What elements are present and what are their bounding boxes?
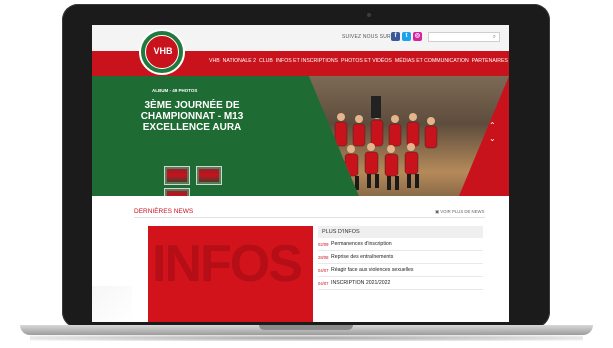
- album-thumbnail[interactable]: [196, 166, 222, 185]
- news-date: 04/07: [318, 267, 329, 273]
- featured-news-image[interactable]: INFOS: [148, 226, 313, 322]
- club-logo[interactable]: VHB: [139, 29, 185, 75]
- nav-item-partenaires[interactable]: PARTENAIRES: [472, 58, 508, 64]
- news-date: 28/08: [318, 254, 329, 260]
- nav-item-vhb[interactable]: VHB: [209, 58, 220, 64]
- hero-slider: ALBUM - 49 PHOTOS 3ÈME JOURNÉE DE CHAMPI…: [92, 76, 509, 196]
- news-item-label: Permanences d'inscription: [331, 241, 392, 247]
- search-icon[interactable]: ⌕: [493, 34, 496, 41]
- slider-up-arrow-icon[interactable]: ⌃: [489, 121, 496, 130]
- more-news-label: VOIR PLUS DE NEWS: [440, 209, 485, 214]
- news-date: 04/07: [318, 280, 329, 286]
- browser-screen: SUIVEZ NOUS SUR f t ◎ ⌕ VHB VHB NATIONAL…: [92, 25, 509, 322]
- logo-text: VHB: [153, 46, 173, 56]
- list-item[interactable]: 02/09 Permanences d'inscription: [318, 238, 483, 251]
- more-info-list: PLUS D'INFOS 02/09 Permanences d'inscrip…: [318, 226, 483, 290]
- album-title[interactable]: 3ÈME JOURNÉE DE CHAMPIONNAT - M13 EXCELL…: [122, 100, 262, 133]
- album-thumbnail[interactable]: [164, 188, 190, 196]
- laptop-shadow: [30, 335, 583, 341]
- nav-item-photos-videos[interactable]: PHOTOS ET VIDÉOS: [341, 58, 392, 64]
- news-divider: [134, 217, 485, 218]
- camera-icon: [367, 13, 371, 17]
- news-date: 02/09: [318, 241, 329, 247]
- album-thumbnail[interactable]: [164, 166, 190, 185]
- search-input[interactable]: ⌕: [428, 32, 500, 42]
- calendar-icon: ▣: [435, 209, 440, 214]
- social-label: SUIVEZ NOUS SUR: [342, 34, 391, 40]
- album-label: ALBUM - 49 PHOTOS: [152, 88, 198, 93]
- list-item[interactable]: 28/08 Reprise des entraînements: [318, 251, 483, 264]
- featured-news-word: INFOS: [152, 235, 303, 293]
- news-item-label: Reprise des entraînements: [331, 254, 394, 260]
- main-nav: VHB NATIONALE 2 CLUB INFOS ET INSCRIPTIO…: [209, 58, 508, 64]
- instagram-icon[interactable]: ◎: [413, 32, 422, 41]
- slider-down-arrow-icon[interactable]: ⌄: [489, 134, 496, 143]
- news-section-title: DERNIÈRES NEWS: [134, 208, 194, 215]
- more-news-link[interactable]: ▣ VOIR PLUS DE NEWS: [435, 209, 484, 215]
- nav-item-club[interactable]: CLUB: [259, 58, 273, 64]
- list-item[interactable]: 04/07 INSCRIPTION 2021/2022: [318, 277, 483, 290]
- more-info-title: PLUS D'INFOS: [318, 226, 483, 238]
- decorative-shape: [92, 286, 132, 322]
- news-item-label: INSCRIPTION 2021/2022: [331, 280, 391, 286]
- laptop-notch: [259, 325, 353, 330]
- nav-item-medias-communication[interactable]: MÉDIAS ET COMMUNICATION: [395, 58, 469, 64]
- site-header: SUIVEZ NOUS SUR f t ◎ ⌕ VHB VHB NATIONAL…: [92, 25, 509, 76]
- nav-item-infos-inscriptions[interactable]: INFOS ET INSCRIPTIONS: [276, 58, 338, 64]
- twitter-icon[interactable]: t: [402, 32, 411, 41]
- nav-item-nationale-2[interactable]: NATIONALE 2: [223, 58, 256, 64]
- facebook-icon[interactable]: f: [391, 32, 400, 41]
- list-item[interactable]: 04/07 Réagir face aux violences sexuelle…: [318, 264, 483, 277]
- news-section: DERNIÈRES NEWS ▣ VOIR PLUS DE NEWS INFOS…: [92, 196, 509, 322]
- news-item-label: Réagir face aux violences sexuelles: [331, 267, 414, 273]
- logo-shield: VHB: [145, 35, 179, 69]
